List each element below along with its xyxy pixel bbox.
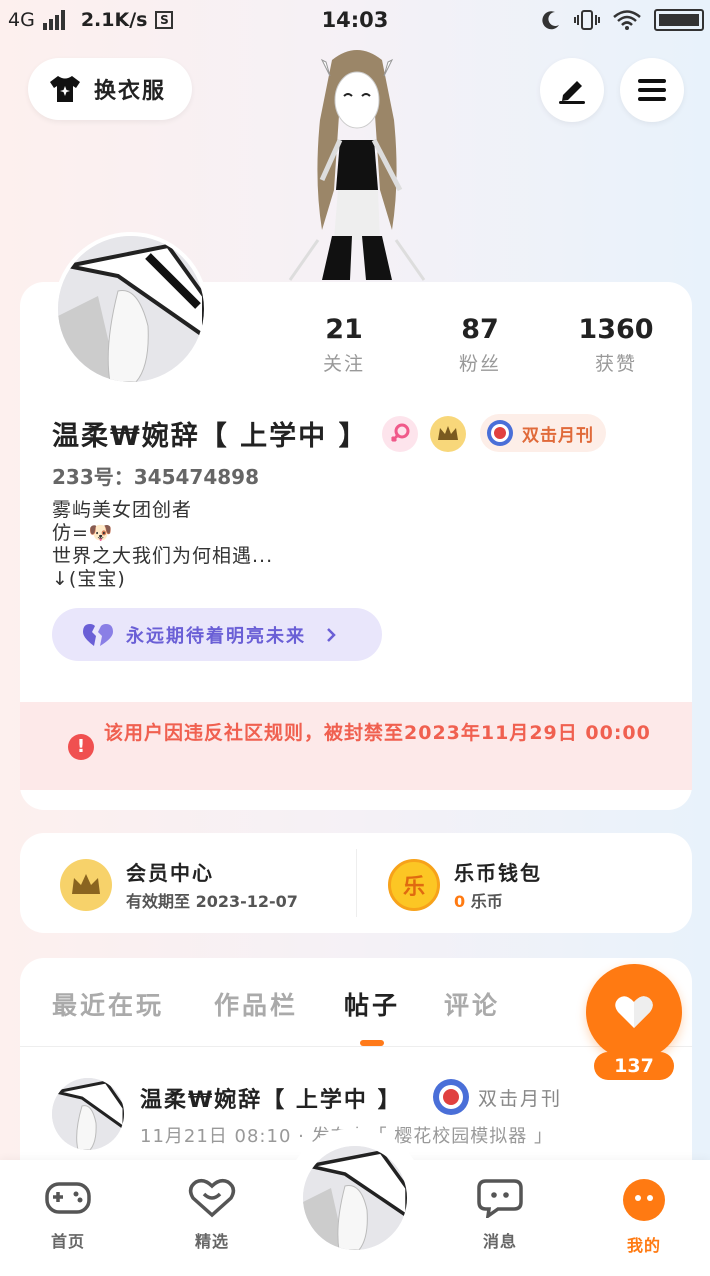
heart-badge-icon <box>188 1178 236 1218</box>
stat-label: 粉丝 <box>458 353 501 375</box>
nav-home[interactable]: 首页 <box>28 1178 108 1252</box>
ban-notice: ! 该用户因违反社区规则，被封禁至2023年11月29日 00:00 <box>20 702 692 790</box>
crown-icon <box>438 426 458 440</box>
tab-posts[interactable]: 帖子 <box>344 986 400 1022</box>
profile-avatar[interactable] <box>54 232 208 386</box>
medal-icon <box>433 1079 469 1115</box>
nav-me[interactable]: 我的 <box>604 1178 684 1256</box>
pencil-icon <box>559 81 585 104</box>
dog-emoji-icon: 🐶 <box>88 522 114 544</box>
moon-icon <box>542 11 559 30</box>
monthly-badge[interactable]: 双击月刊 <box>480 414 606 452</box>
tshirt-icon <box>50 76 80 102</box>
tab-recent-played[interactable]: 最近在玩 <box>52 986 164 1022</box>
bio-line: 雾屿美女团创者 <box>52 499 193 521</box>
motto-button[interactable]: 永远期待着明亮未来 <box>52 608 382 661</box>
tab-comments[interactable]: 评论 <box>444 986 500 1022</box>
bio-line: 世界之大我们为何相遇... <box>52 545 274 567</box>
wallet-card: 会员中心 有效期至 2023-12-07 乐 乐币钱包 0 乐币 <box>20 833 692 933</box>
motto-text: 永远期待着明亮未来 <box>126 625 306 647</box>
coin-wallet-button[interactable]: 乐 乐币钱包 0 乐币 <box>388 857 542 912</box>
profile-face-icon <box>623 1179 665 1221</box>
alert-icon: ! <box>68 734 94 760</box>
stat-followers[interactable]: 87 粉丝 <box>420 314 540 376</box>
medal-icon <box>487 420 513 446</box>
gamepad-icon <box>45 1182 91 1214</box>
avatar-artwork <box>58 236 204 382</box>
vip-center-button[interactable]: 会员中心 有效期至 2023-12-07 <box>60 857 298 912</box>
avatar-artwork <box>52 1078 124 1150</box>
stat-likes[interactable]: 1360 获赞 <box>556 314 676 376</box>
female-icon <box>390 423 410 443</box>
nav-featured[interactable]: 精选 <box>172 1178 252 1252</box>
nav-label: 精选 <box>194 1232 229 1251</box>
like-button[interactable] <box>586 964 682 1060</box>
status-bar: 4G 2.1K/s S 14:03 <box>0 0 710 42</box>
stat-label: 关注 <box>322 353 365 375</box>
nav-label: 我的 <box>626 1236 661 1255</box>
gender-badge <box>382 416 418 452</box>
battery-icon <box>654 9 704 31</box>
nav-messages[interactable]: 消息 <box>460 1178 540 1252</box>
change-outfit-button[interactable]: 换衣服 <box>28 58 192 120</box>
stat-value: 21 <box>325 314 363 345</box>
chevron-right-icon <box>327 627 336 642</box>
post-author-name[interactable]: 温柔₩婉辞【 上学中 】 <box>140 1082 402 1114</box>
nav-label: 消息 <box>482 1232 517 1251</box>
change-outfit-label: 换衣服 <box>94 79 167 104</box>
user-id: 233号：345474898 <box>52 465 259 489</box>
edit-button[interactable] <box>540 58 604 122</box>
stat-value: 87 <box>461 314 499 345</box>
coin-balance: 0 乐币 <box>454 892 503 911</box>
stat-following[interactable]: 21 关注 <box>284 314 404 376</box>
avatar-artwork <box>303 1146 407 1250</box>
vip-center-title: 会员中心 <box>126 861 214 885</box>
coin-wallet-title: 乐币钱包 <box>454 861 542 885</box>
nav-label: 首页 <box>50 1232 85 1251</box>
vibrate-icon <box>574 10 600 30</box>
broken-heart-icon <box>83 623 113 646</box>
heart-icon <box>615 996 653 1028</box>
username: 温柔₩婉辞【 上学中 】 <box>52 421 368 452</box>
like-count: 137 <box>594 1052 674 1080</box>
divider <box>20 1046 692 1047</box>
post-author-avatar[interactable] <box>52 1078 124 1150</box>
menu-button[interactable] <box>620 58 684 122</box>
post-author-badge: 双击月刊 <box>478 1088 563 1110</box>
stat-label: 获赞 <box>594 353 637 375</box>
divider <box>356 849 357 917</box>
avatar-character-image[interactable] <box>282 40 432 282</box>
tab-works[interactable]: 作品栏 <box>214 986 298 1022</box>
hamburger-menu-icon <box>638 79 666 101</box>
bio: 雾屿美女团创者 仿=🐶 世界之大我们为何相遇... ↓(宝宝) <box>52 499 273 591</box>
stat-value: 1360 <box>578 314 654 345</box>
wifi-icon <box>613 10 641 30</box>
bio-line: ↓(宝宝) <box>52 568 126 590</box>
monthly-badge-label: 双击月刊 <box>522 425 594 446</box>
vip-expiry: 有效期至 2023-12-07 <box>126 892 298 911</box>
coin-icon: 乐 <box>388 858 440 911</box>
vip-crown-badge[interactable] <box>430 416 466 452</box>
ban-notice-text: 该用户因违反社区规则，被封禁至2023年11月29日 00:00 <box>104 722 651 744</box>
bio-line: 仿=🐶 <box>52 522 114 544</box>
vip-crown-icon <box>60 858 112 911</box>
center-avatar-button[interactable] <box>299 1142 411 1254</box>
chat-icon <box>477 1179 523 1220</box>
